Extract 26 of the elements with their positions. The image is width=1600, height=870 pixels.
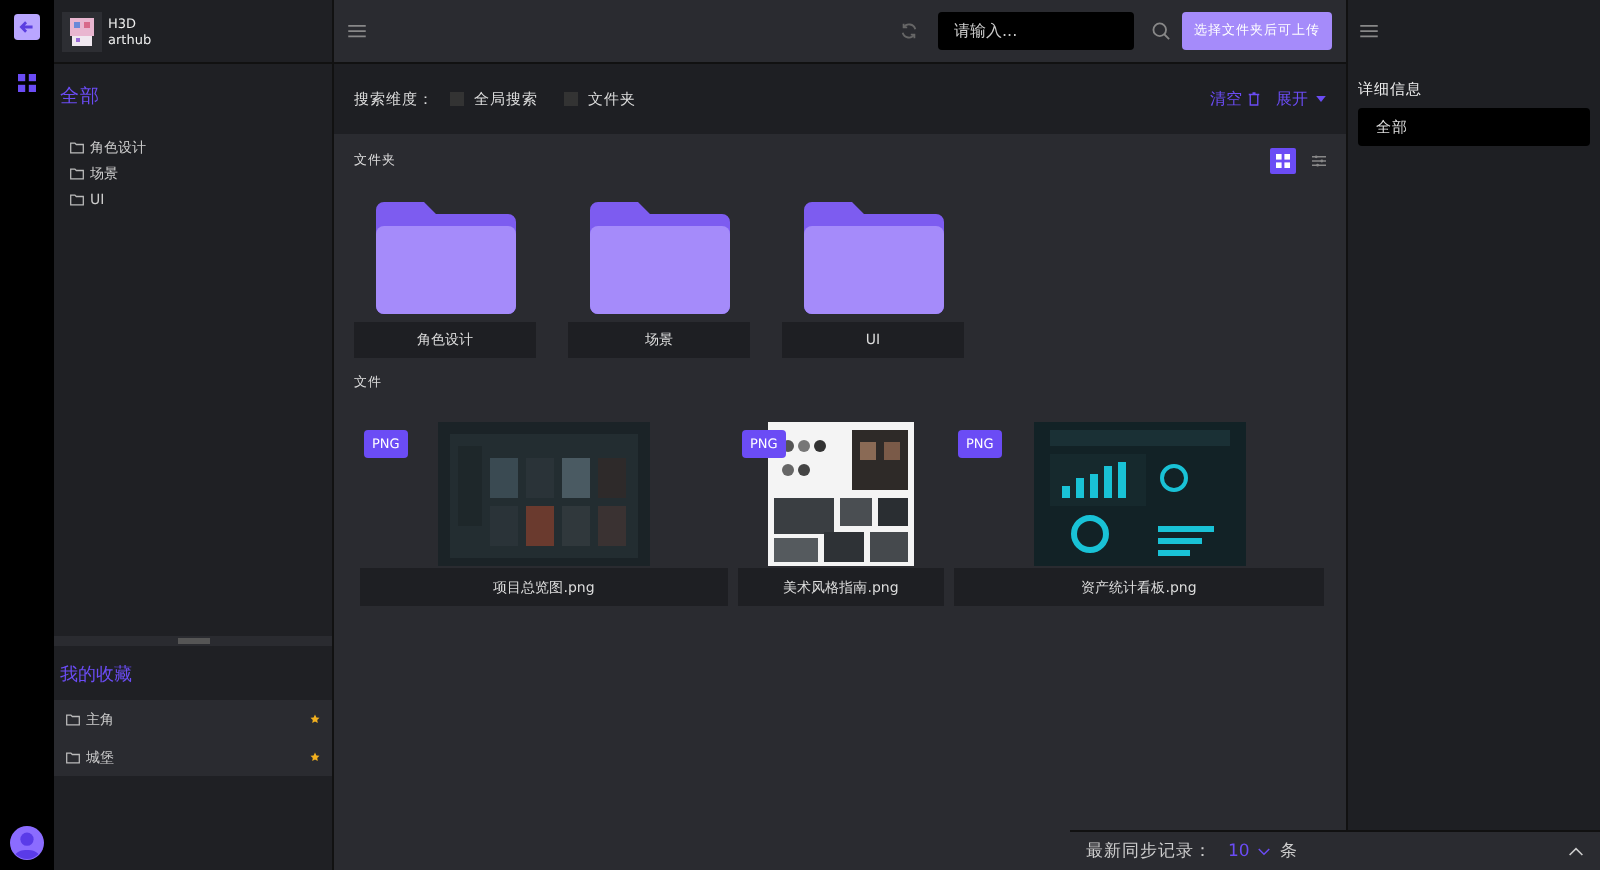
folder-icon: [66, 713, 80, 725]
grid-view-toggle[interactable]: [1270, 148, 1296, 174]
sync-unit: 条: [1279, 839, 1298, 863]
chevron-down-icon[interactable]: [1257, 847, 1270, 855]
star-icon[interactable]: [310, 752, 320, 762]
star-icon[interactable]: [310, 714, 320, 724]
menu-icon[interactable]: [348, 24, 366, 38]
sliders-icon: [1312, 154, 1326, 168]
sync-label: 最新同步记录：: [1086, 839, 1212, 863]
folder-icon[interactable]: [803, 202, 943, 314]
caret-icon[interactable]: [1316, 96, 1326, 102]
back-icon[interactable]: [14, 14, 40, 40]
favorites-title: 我的收藏: [58, 663, 134, 690]
chevron-up-icon[interactable]: [1568, 846, 1584, 856]
search-icon[interactable]: [1152, 22, 1170, 40]
trash-icon[interactable]: [1248, 92, 1260, 106]
resize-handle[interactable]: [177, 638, 209, 644]
menu-icon[interactable]: [1360, 24, 1378, 38]
grid-icon: [1276, 154, 1290, 168]
folder-icon: [66, 751, 80, 763]
search-field[interactable]: 请输入...: [938, 12, 1134, 50]
folder-icon[interactable]: [589, 202, 729, 314]
refresh-icon[interactable]: [900, 22, 918, 40]
grid-icon[interactable]: [18, 74, 36, 92]
user-avatar-icon[interactable]: [10, 826, 44, 860]
folder-icon[interactable]: [375, 202, 515, 314]
